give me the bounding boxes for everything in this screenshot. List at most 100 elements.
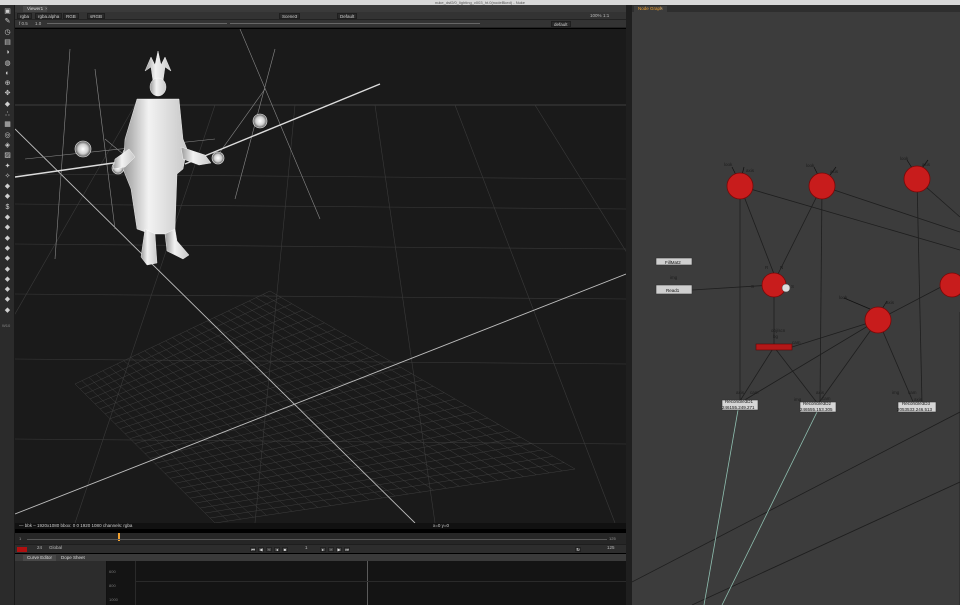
- node-input-label: look: [839, 295, 848, 300]
- node-input-label: img: [794, 397, 802, 402]
- timeline-scale: [27, 539, 607, 540]
- toolbar-bottom-label: W10: [2, 323, 11, 328]
- curve-value-3: 1000: [109, 597, 118, 602]
- last-frame-button[interactable]: ⏭: [344, 547, 350, 552]
- plugin2-icon[interactable]: ◆: [3, 193, 12, 201]
- display-mode-select[interactable]: default: [551, 21, 571, 27]
- curve-editor-tabbar: Curve Editor Dope Sheet: [15, 554, 626, 561]
- gamma-label[interactable]: 1.0: [35, 21, 41, 27]
- particles-icon[interactable]: ∴: [3, 111, 12, 119]
- filter-icon[interactable]: ◍: [3, 60, 12, 68]
- scene-select[interactable]: Scene3: [279, 13, 301, 19]
- loop-button[interactable]: ↻: [575, 547, 581, 552]
- node-input-label: axis: [736, 390, 745, 395]
- ratio-readout[interactable]: 1:1: [603, 13, 609, 19]
- furnace-icon[interactable]: ✧: [3, 173, 12, 181]
- node-input-label: axis: [886, 300, 895, 305]
- stop-button[interactable]: ■: [282, 547, 288, 552]
- node-reconcile2-label[interactable]: Reconcile3D2: [803, 401, 831, 406]
- curve-grid-h1: [135, 581, 626, 582]
- plugin10-icon[interactable]: ◆: [3, 286, 12, 294]
- plugin4-icon[interactable]: ◆: [3, 224, 12, 232]
- plugin3-icon[interactable]: ◆: [3, 214, 12, 222]
- node-graph-svg: [632, 159, 960, 605]
- node-graph-tabbar: Node Graph ×: [632, 5, 960, 12]
- node-reconcile1-value: 246155.249.271: [722, 405, 755, 410]
- transform-icon[interactable]: ✥: [3, 90, 12, 98]
- 3d-icon[interactable]: ◆: [3, 101, 12, 109]
- node-reconcile3-value: 2053533.246.513: [897, 407, 933, 412]
- play-back-button[interactable]: ◂: [274, 547, 280, 552]
- curve-value-2: 800: [109, 583, 116, 588]
- keyer-icon[interactable]: ◐: [3, 70, 12, 78]
- ground-grid-fine: [74, 290, 576, 523]
- display-channel-select[interactable]: RGB: [63, 13, 79, 19]
- gain-label[interactable]: f 0.5: [19, 21, 28, 27]
- first-frame-button[interactable]: ⏮: [250, 547, 256, 552]
- camera-select[interactable]: Default: [337, 13, 358, 19]
- node-input-label: cam: [792, 340, 801, 345]
- curve-editor-panel[interactable]: 600 800 1000: [15, 561, 626, 605]
- gain-slider[interactable]: [47, 23, 227, 24]
- draw-icon[interactable]: ✎: [3, 18, 12, 26]
- node-input-label: img: [892, 390, 900, 395]
- plugin9-icon[interactable]: ◆: [3, 276, 12, 284]
- node-input-label: cam: [908, 390, 917, 395]
- node-read1-label[interactable]: Read1: [666, 288, 679, 293]
- node-input-label: S: [791, 284, 795, 289]
- step-back-button[interactable]: ‹: [266, 547, 272, 552]
- plugin6-icon[interactable]: ◆: [3, 245, 12, 253]
- dollar-icon[interactable]: $: [3, 204, 12, 212]
- viewer-icon[interactable]: ▣: [3, 8, 12, 16]
- step-forward-button[interactable]: ›: [328, 547, 334, 552]
- node-input-label: axis: [746, 168, 755, 173]
- viewer-info-bar: — bbk – 1920x1080 bbox: 0 0 1920 1080 ch…: [15, 523, 626, 529]
- plugin5-icon[interactable]: ◆: [3, 235, 12, 243]
- node-fillmat2-label[interactable]: FillMat2: [665, 260, 681, 265]
- toolsets-icon[interactable]: ▨: [3, 152, 12, 160]
- viewer-coords: x=0 y=0: [433, 523, 450, 528]
- plugin12-icon[interactable]: ◆: [3, 307, 12, 315]
- channel-icon[interactable]: ▤: [3, 39, 12, 47]
- viewer-controls-bottom: f 0.5 1.0 default: [15, 20, 626, 28]
- zoom-readout[interactable]: 100%: [590, 13, 602, 19]
- play-forward-button[interactable]: ▸: [320, 547, 326, 552]
- curve-grid-v1: [135, 561, 136, 605]
- plugin8-icon[interactable]: ◆: [3, 266, 12, 274]
- channel-layer-select[interactable]: rgba: [17, 13, 33, 19]
- node-input-label: cam: [822, 396, 831, 401]
- plugin1-icon[interactable]: ◆: [3, 183, 12, 191]
- next-key-button[interactable]: ▶: [336, 547, 342, 552]
- node-input-label: look: [806, 163, 815, 168]
- sword-beam-right: [184, 83, 381, 165]
- plugin7-icon[interactable]: ◆: [3, 255, 12, 263]
- node-input-label: axis: [816, 390, 825, 395]
- color-icon[interactable]: ◑: [3, 49, 12, 57]
- curve-grid-v2: [367, 561, 368, 605]
- node-input-label: R: [765, 265, 769, 270]
- metadata-icon[interactable]: ◈: [3, 142, 12, 150]
- highlighted-connections: [703, 409, 819, 605]
- global-range-select[interactable]: Global: [49, 545, 62, 551]
- viewer-viewport[interactable]: [15, 29, 626, 523]
- prev-key-button[interactable]: ◀: [258, 547, 264, 552]
- views-icon[interactable]: ◎: [3, 132, 12, 140]
- nodes-toolbar: ▣ ✎ ◷ ▤ ◑ ◍ ◐ ⊕ ✥ ◆ ∴ ▦ ◎ ◈ ▨ ✦ ✧ ◆ ◆ $ ◆ ◆ ◆ ◆ ◆ ◆ ◆ ◆ ◆ ◆ W10: [0, 5, 15, 605]
- other-icon[interactable]: ✦: [3, 163, 12, 171]
- node-reconcile1-label[interactable]: Reconcile3D1: [725, 399, 753, 404]
- current-frame-field[interactable]: 1: [305, 545, 308, 551]
- node-input-label: S: [751, 284, 755, 289]
- node-reconcile2-value: 246555.153.305: [800, 407, 833, 412]
- merge-icon[interactable]: ⊕: [3, 80, 12, 88]
- alpha-channel-select[interactable]: rgba.alpha: [35, 13, 63, 19]
- plugin11-icon[interactable]: ◆: [3, 296, 12, 304]
- gamma-slider[interactable]: [230, 23, 480, 24]
- deep-icon[interactable]: ▦: [3, 121, 12, 129]
- lut-select[interactable]: sRGB: [87, 13, 106, 19]
- time-icon[interactable]: ◷: [3, 29, 12, 37]
- viewport-3d-scene: [15, 29, 626, 523]
- fps-field[interactable]: 24: [37, 545, 42, 551]
- node-graph-canvas[interactable]: FillMat2 Read1 Reconcile3D1 246155.249.2…: [632, 12, 960, 605]
- curve-list[interactable]: [15, 561, 107, 605]
- frame-end-field[interactable]: 125: [607, 545, 615, 551]
